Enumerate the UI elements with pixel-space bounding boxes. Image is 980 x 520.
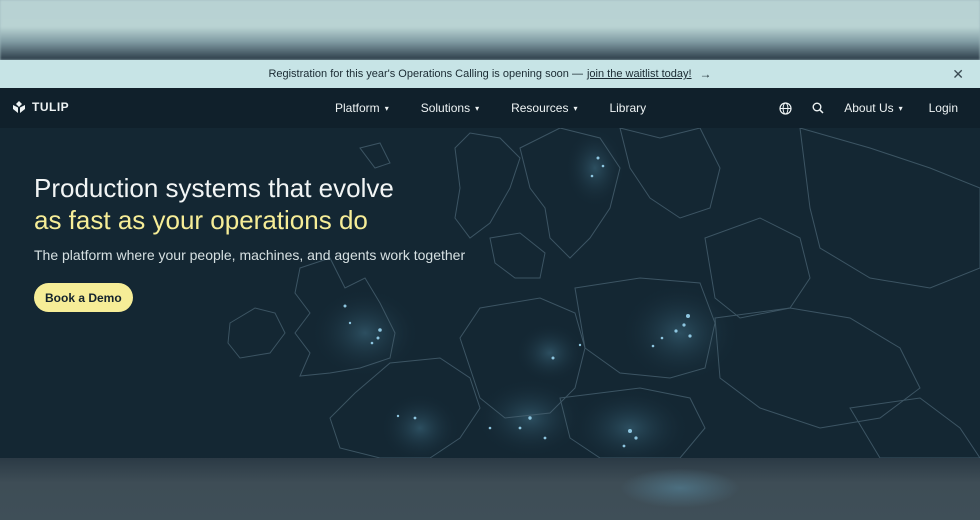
hero-headline: Production systems that evolve as fast a… bbox=[34, 172, 394, 236]
nav-item-platform[interactable]: Platform ▾ bbox=[335, 101, 389, 115]
announcement-text: Registration for this year's Operations … bbox=[268, 68, 583, 80]
nav-label: Resources bbox=[511, 101, 569, 115]
hero-subheadline: The platform where your people, machines… bbox=[34, 247, 466, 263]
brand-logo[interactable]: TULIP bbox=[12, 100, 69, 114]
top-navigation: TULIP Platform ▾ Solutions ▾ Resources ▾… bbox=[0, 88, 980, 128]
chevron-down-icon: ▾ bbox=[573, 103, 578, 113]
arrow-right-icon[interactable]: → bbox=[700, 67, 712, 81]
nav-label: Solutions bbox=[420, 101, 471, 115]
blurred-top-background bbox=[0, 0, 980, 60]
nav-item-about-us[interactable]: About Us ▾ bbox=[844, 101, 902, 115]
nav-label: Platform bbox=[335, 101, 380, 115]
book-demo-button[interactable]: Book a Demo bbox=[34, 283, 133, 312]
nav-item-resources[interactable]: Resources ▾ bbox=[511, 101, 577, 115]
main-menu: Platform ▾ Solutions ▾ Resources ▾ Libra… bbox=[335, 88, 678, 128]
nav-right-group: About Us ▾ Login bbox=[779, 88, 958, 128]
nav-label: About Us bbox=[844, 101, 894, 115]
search-icon[interactable] bbox=[812, 102, 824, 114]
announcement-bar: Registration for this year's Operations … bbox=[0, 60, 980, 88]
chevron-down-icon: ▾ bbox=[475, 103, 480, 113]
chevron-down-icon: ▾ bbox=[898, 103, 903, 113]
login-label: Login bbox=[928, 101, 958, 115]
background-glow bbox=[620, 468, 740, 508]
hero-section: Production systems that evolve as fast a… bbox=[0, 128, 980, 458]
login-link[interactable]: Login bbox=[929, 101, 958, 115]
tulip-logo-icon bbox=[13, 101, 25, 113]
waitlist-link[interactable]: join the waitlist today! bbox=[587, 68, 692, 80]
nav-item-solutions[interactable]: Solutions ▾ bbox=[421, 101, 479, 115]
headline-line-1: Production systems that evolve bbox=[34, 173, 394, 203]
nav-label: Library bbox=[609, 101, 647, 115]
globe-icon[interactable] bbox=[779, 101, 792, 115]
chevron-down-icon: ▾ bbox=[384, 103, 389, 113]
close-icon[interactable]: ✕ bbox=[952, 66, 964, 83]
headline-line-2: as fast as your operations do bbox=[34, 205, 368, 235]
brand-name: TULIP bbox=[32, 100, 70, 114]
blurred-bottom-background bbox=[0, 458, 980, 520]
nav-item-library[interactable]: Library bbox=[609, 101, 646, 115]
